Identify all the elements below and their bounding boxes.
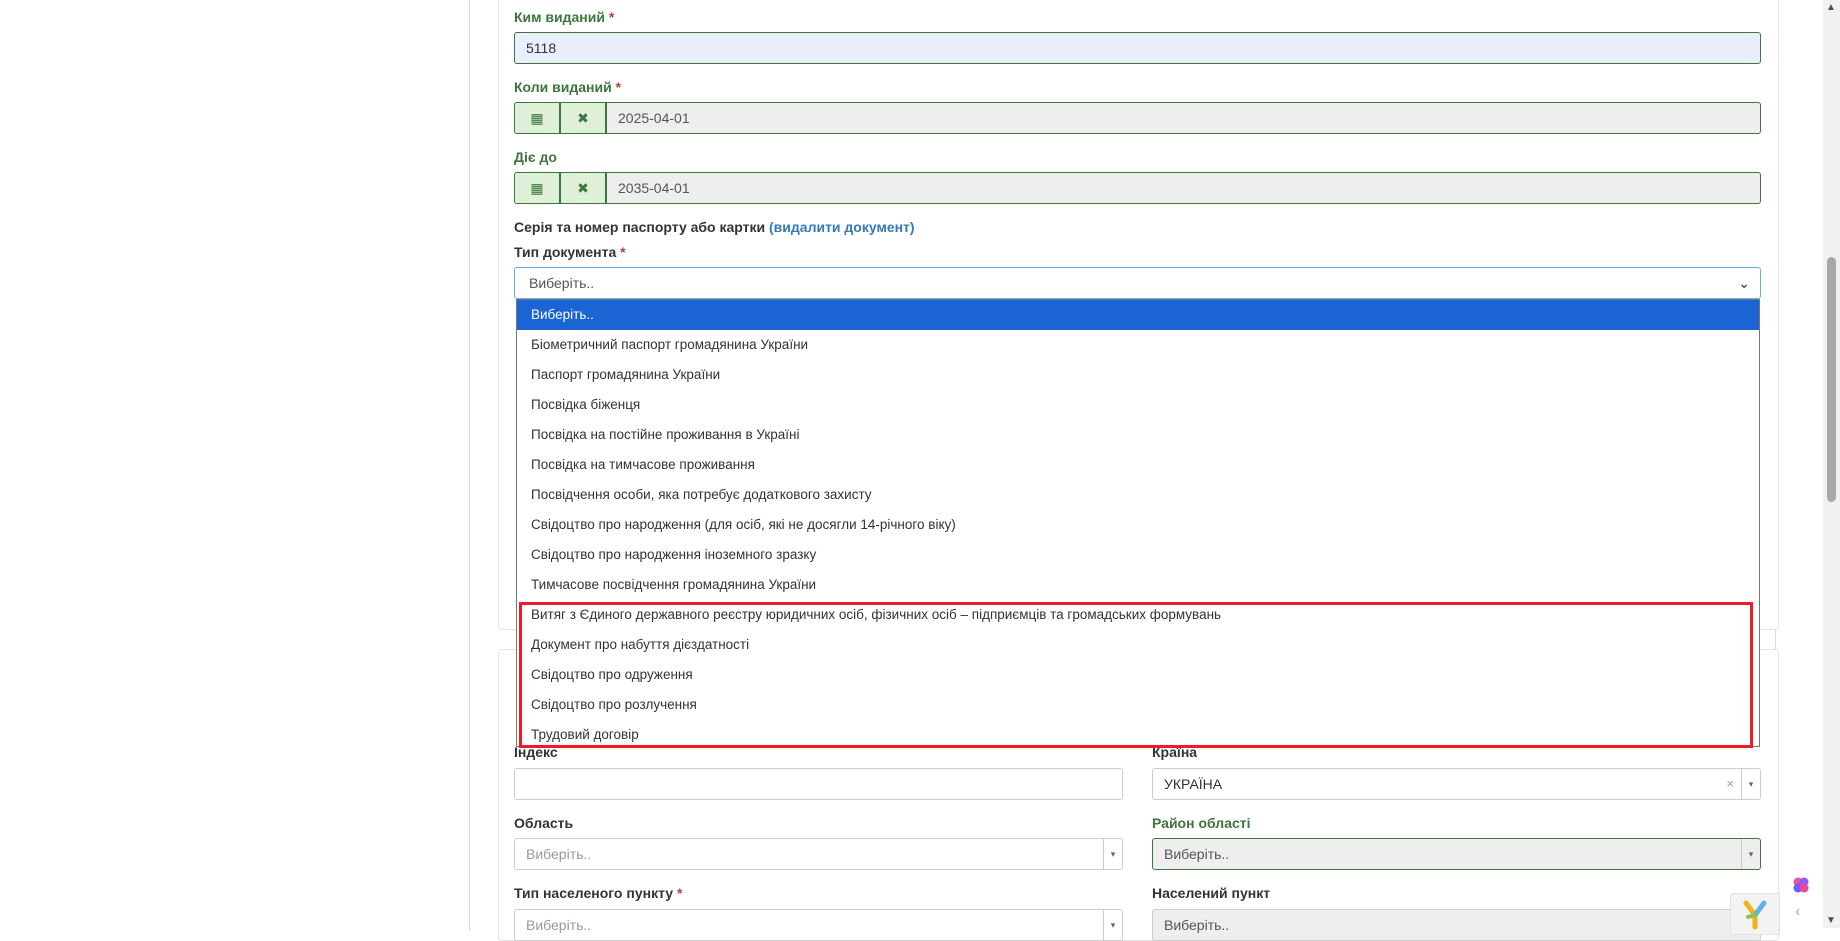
district-label: Район області xyxy=(1152,815,1251,831)
document-section-title: Серія та номер паспорту або картки (вида… xyxy=(514,219,915,235)
page-scrollbar[interactable]: ▲ ▼ xyxy=(1823,0,1840,928)
valid-until-calendar-button[interactable]: ▦ xyxy=(514,172,560,204)
valid-until-clear-button[interactable]: ✖ xyxy=(560,172,606,204)
valid-until-label: Діє до xyxy=(514,149,557,165)
document-type-option[interactable]: Виберіть.. xyxy=(517,300,1759,330)
chevron-down-icon[interactable]: ▾ xyxy=(1103,910,1122,940)
document-type-option[interactable]: Тимчасове посвідчення громадянина Україн… xyxy=(517,570,1759,600)
issued-by-label: Ким виданий * xyxy=(514,9,614,25)
remove-icon: ✖ xyxy=(577,109,589,126)
valid-until-input[interactable]: 2035-04-01 xyxy=(606,172,1761,204)
issued-date-clear-button[interactable]: ✖ xyxy=(560,102,606,134)
issued-date-label: Коли виданий * xyxy=(514,79,621,95)
district-placeholder: Виберіть.. xyxy=(1164,846,1230,862)
issued-date-input[interactable]: 2025-04-01 xyxy=(606,102,1761,134)
chevron-left-icon[interactable]: ‹ xyxy=(1795,903,1800,921)
document-type-option[interactable]: Трудовий договір xyxy=(517,720,1759,750)
issued-by-label-text: Ким виданий xyxy=(514,9,605,25)
remove-icon: ✖ xyxy=(577,179,589,196)
document-type-label: Тип документа * xyxy=(514,244,626,260)
document-type-option[interactable]: Паспорт громадянина України xyxy=(517,360,1759,390)
issued-date-calendar-button[interactable]: ▦ xyxy=(514,102,560,134)
document-type-option[interactable]: Біометричний паспорт громадянина України xyxy=(517,330,1759,360)
document-type-option[interactable]: Свідоцтво про народження іноземного зраз… xyxy=(517,540,1759,570)
clear-icon[interactable]: × xyxy=(1726,769,1734,799)
calendar-icon: ▦ xyxy=(530,109,544,126)
document-type-option[interactable]: Посвідка біженця xyxy=(517,390,1759,420)
chevron-down-icon[interactable]: ▾ xyxy=(1741,769,1760,799)
document-type-option[interactable]: Посвідка на постійне проживання в Україн… xyxy=(517,420,1759,450)
settlement-type-placeholder: Виберіть.. xyxy=(526,917,592,933)
yii-logo-icon xyxy=(1743,900,1767,930)
delete-document-link[interactable]: (видалити документ) xyxy=(769,219,915,235)
assistant-icon xyxy=(1793,877,1809,893)
required-marker: * xyxy=(615,79,622,95)
country-select[interactable]: УКРАЇНА × ▾ xyxy=(1152,768,1761,800)
scrollbar-thumb[interactable] xyxy=(1827,257,1836,502)
valid-until-label-text: Діє до xyxy=(514,149,557,165)
district-select[interactable]: Виберіть.. ▾ xyxy=(1152,838,1761,870)
document-type-option[interactable]: Витяг з Єдиного державного реєстру юриди… xyxy=(517,600,1759,630)
region-placeholder: Виберіть.. xyxy=(526,846,592,862)
document-type-option[interactable]: Посвідка на тимчасове проживання xyxy=(517,450,1759,480)
document-type-select[interactable]: Виберіть.. ⌄ xyxy=(514,267,1761,299)
document-type-option[interactable]: Свідоцтво про розлучення xyxy=(517,690,1759,720)
issued-date-label-text: Коли виданий xyxy=(514,79,612,95)
required-marker: * xyxy=(608,9,615,25)
country-selected-value: УКРАЇНА xyxy=(1164,776,1223,792)
chevron-down-icon[interactable]: ▾ xyxy=(1103,839,1122,869)
document-type-selected-value: Виберіть.. xyxy=(529,275,595,291)
settlement-label: Населений пункт xyxy=(1152,885,1271,901)
required-marker: * xyxy=(620,244,626,260)
index-input[interactable] xyxy=(514,768,1123,800)
assistant-widget-button[interactable] xyxy=(1787,871,1815,899)
issued-by-input[interactable]: 5118 xyxy=(514,32,1761,64)
document-type-dropdown-list[interactable]: Виберіть.. Біометричний паспорт громадян… xyxy=(516,299,1760,747)
debug-toolbar-logo[interactable] xyxy=(1730,893,1780,935)
document-type-option[interactable]: Свідоцтво про народження (для осіб, які … xyxy=(517,510,1759,540)
document-section-title-text: Серія та номер паспорту або картки xyxy=(514,219,766,235)
settlement-placeholder: Виберіть.. xyxy=(1164,917,1230,933)
document-type-label-text: Тип документа xyxy=(514,244,617,260)
settlement-select[interactable]: Виберіть.. xyxy=(1152,909,1761,941)
scroll-down-icon[interactable]: ▼ xyxy=(1826,915,1836,926)
settlement-type-label: Тип населеного пункту * xyxy=(514,885,682,901)
document-type-option[interactable]: Посвідчення особи, яка потребує додатков… xyxy=(517,480,1759,510)
scroll-up-icon[interactable]: ▲ xyxy=(1826,2,1836,13)
document-type-option[interactable]: Документ про набуття дієздатності xyxy=(517,630,1759,660)
settlement-type-select[interactable]: Виберіть.. ▾ xyxy=(514,909,1123,941)
required-marker: * xyxy=(676,885,683,901)
chevron-down-icon[interactable]: ▾ xyxy=(1741,839,1760,869)
document-type-option[interactable]: Свідоцтво про одруження xyxy=(517,660,1759,690)
settlement-type-label-text: Тип населеного пункту xyxy=(514,885,674,901)
region-label: Область xyxy=(514,815,574,831)
region-select[interactable]: Виберіть.. ▾ xyxy=(514,838,1123,870)
calendar-icon: ▦ xyxy=(530,179,544,196)
chevron-down-icon: ⌄ xyxy=(1738,275,1750,291)
